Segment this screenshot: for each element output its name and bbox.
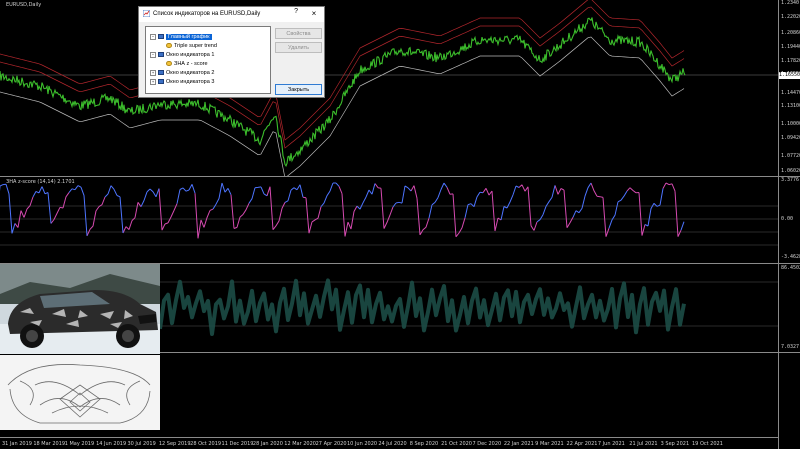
- zscore-pane[interactable]: ЗНА z-score (14,14) 2.1701: [0, 177, 778, 263]
- tree-item[interactable]: Triple super trend: [166, 42, 217, 50]
- time-label: 18 Mar 2019: [33, 441, 66, 447]
- time-label: 12 Sep 2019: [158, 441, 191, 447]
- car-sketch: [0, 355, 160, 430]
- window-icon: [158, 52, 164, 58]
- indicators-dialog[interactable]: Список индикаторов на EURUSD,Daily ? × −…: [138, 6, 325, 98]
- window-icon: [158, 34, 164, 40]
- time-label: 24 Jul 2020: [378, 441, 407, 447]
- time-label: 7 Jun 2021: [597, 441, 625, 447]
- indicator-scale-label: 0.00: [781, 216, 794, 222]
- supertrend-upper-line: [0, 0, 685, 141]
- tree-item[interactable]: + Окно индикатора 3: [150, 78, 214, 86]
- time-label: 3 Sep 2021: [660, 441, 690, 447]
- indicator-scale-label: -3.4628: [781, 254, 800, 260]
- time-label: 1 May 2019: [64, 441, 95, 447]
- price-label: 1.13100: [781, 103, 800, 109]
- zscore-series-b: [0, 182, 685, 236]
- time-label: 28 Jan 2020: [252, 441, 283, 447]
- supertrend-lower-line: [0, 36, 685, 176]
- time-label: 14 Jun 2019: [96, 441, 127, 447]
- price-label: 1.19440: [781, 44, 800, 50]
- price-label: 1.2340: [781, 0, 800, 6]
- dialog-titlebar[interactable]: Список индикаторов на EURUSD,Daily ? ×: [139, 7, 324, 22]
- window-icon: [158, 70, 164, 76]
- tree-item[interactable]: − Главный график: [150, 33, 212, 41]
- price-chart[interactable]: [0, 0, 778, 176]
- close-button[interactable]: Закрыть: [275, 84, 322, 95]
- indicator-icon: [166, 43, 172, 49]
- price-label: 1.10000: [781, 121, 800, 127]
- tree-item-label: ЗНА z - score: [174, 61, 208, 67]
- price-label: 1.07720: [781, 153, 800, 159]
- price-label: 1.22020: [781, 14, 800, 20]
- help-button[interactable]: ?: [294, 8, 298, 15]
- time-label: 27 Apr 2020: [315, 441, 347, 447]
- trading-terminal: EURUSD,Daily ЗНА z-score (14,14) 2.1701: [0, 0, 800, 449]
- tree-item-label: Окно индикатора 1: [166, 52, 215, 58]
- time-label: 30 Jul 2019: [127, 441, 156, 447]
- current-price-tag: 1.16550: [779, 72, 800, 79]
- time-label: 21 Jul 2021: [629, 441, 658, 447]
- tree-item[interactable]: + Окно индикатора 2: [150, 69, 214, 77]
- time-label: 22 Jan 2021: [503, 441, 534, 447]
- indicators-list-icon: [143, 10, 150, 17]
- time-label: 21 Oct 2020: [441, 441, 472, 447]
- tree-item-label: Triple super trend: [174, 43, 217, 49]
- time-axis[interactable]: 31 Jan 2019 18 Mar 2019 1 May 2019 14 Jun 2…: [0, 437, 778, 449]
- time-label: 7 Dec 2020: [472, 441, 502, 447]
- time-label: 31 Jan 2019: [2, 441, 32, 447]
- car-photo: [0, 264, 160, 354]
- zscore-line[interactable]: [0, 177, 778, 263]
- indicator-2-scale-label: 86.4502: [781, 265, 800, 271]
- window-icon: [158, 79, 164, 85]
- dialog-title: Список индикаторов на EURUSD,Daily: [153, 11, 261, 17]
- tree-item-label: Окно индикатора 2: [166, 70, 215, 76]
- time-label: 12 Mar 2020: [284, 441, 316, 447]
- time-label: 22 Apr 2021: [566, 441, 598, 447]
- expand-toggle-icon[interactable]: +: [150, 78, 156, 85]
- price-series-line: [0, 17, 686, 167]
- dialog-close-icon[interactable]: ×: [304, 7, 324, 22]
- tree-item-label: Окно индикатора 3: [166, 79, 215, 85]
- price-label: 1.17820: [781, 58, 800, 64]
- price-axis[interactable]: 1.2340 1.22020 1.20860 1.19440 1.17820 1.1655…: [778, 0, 800, 449]
- time-label: 8 Sep 2020: [409, 441, 439, 447]
- time-label: 9 Mar 2021: [535, 441, 564, 447]
- indicator-scale-label: 3.3776: [781, 177, 800, 183]
- price-label: 1.20860: [781, 30, 800, 36]
- tree-item[interactable]: − Окно индикатора 1: [150, 51, 214, 59]
- main-chart-pane[interactable]: EURUSD,Daily: [0, 0, 778, 176]
- expand-toggle-icon[interactable]: −: [150, 33, 156, 40]
- tree-item-label: Главный график: [166, 34, 212, 40]
- delete-button[interactable]: Удалить: [275, 42, 322, 53]
- time-label: 19 Oct 2021: [692, 441, 723, 447]
- price-label: 1.06020: [781, 168, 800, 174]
- indicators-tree[interactable]: − Главный график Triple super trend − Окно и…: [145, 26, 271, 94]
- expand-toggle-icon[interactable]: −: [150, 51, 156, 58]
- time-label: 11 Dec 2019: [221, 441, 254, 447]
- tree-item[interactable]: ЗНА z - score: [166, 60, 208, 68]
- price-label: 1.14470: [781, 90, 800, 96]
- time-label: 28 Oct 2019: [190, 441, 222, 447]
- properties-button[interactable]: Свойства: [275, 28, 322, 39]
- indicator-2-scale-label: 7.0327: [781, 344, 800, 350]
- indicator-icon: [166, 61, 172, 67]
- price-label: 1.09420: [781, 135, 800, 141]
- expand-toggle-icon[interactable]: +: [150, 69, 156, 76]
- time-label: 10 Jun 2020: [347, 441, 378, 447]
